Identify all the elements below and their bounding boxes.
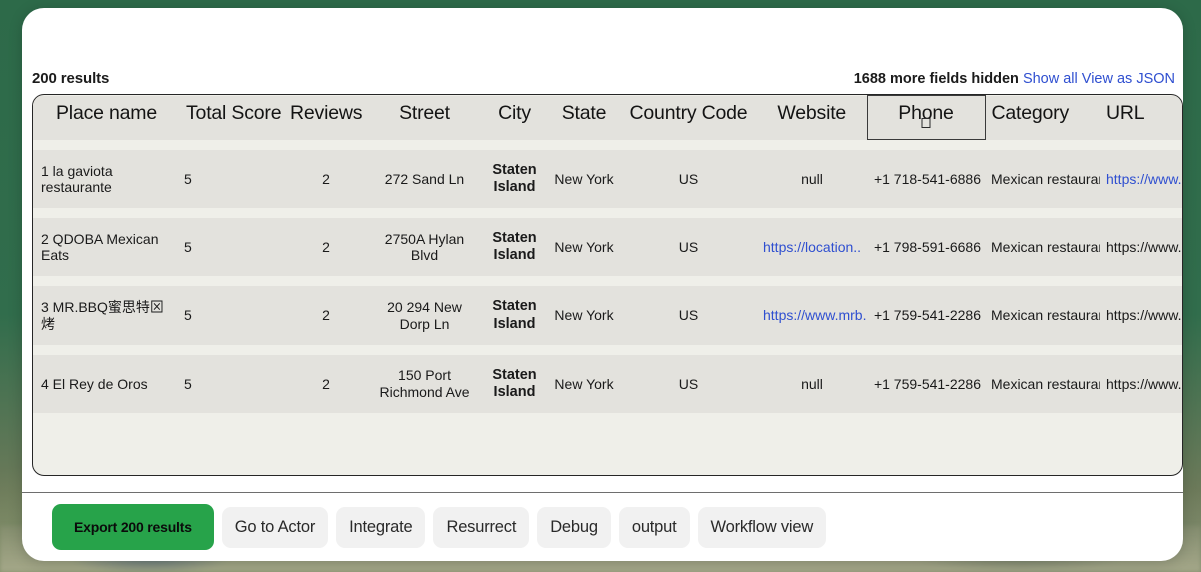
output-button[interactable]: output	[618, 506, 690, 548]
cell-city: Staten Island	[492, 162, 537, 196]
cell-city: Staten Island	[492, 230, 537, 264]
table-row[interactable]: 2 QDOBA Mexican Eats 5 2 2750A Hylan Blvd St…	[33, 218, 1182, 277]
cell-country-code: US	[678, 375, 699, 392]
table-row[interactable]: 3 MR.BBQ蜜思特⊠烤 5 2 20 294 New Dorp Ln Staten …	[33, 286, 1182, 345]
cell-state: New York	[554, 307, 614, 324]
cell-reviews: 2	[322, 307, 330, 324]
cell-url: https://www.g...	[1106, 239, 1182, 256]
column-header-category[interactable]: Category	[985, 96, 1100, 140]
cell-place-name: 4 El Rey de Oros	[41, 375, 148, 392]
cell-url-link[interactable]: https://www.g......	[1106, 171, 1182, 187]
show-all-link[interactable]: Show all	[1023, 71, 1078, 87]
table-row-spacer-cell	[33, 345, 1182, 355]
table-row-spacer	[33, 344, 1182, 355]
hidden-fields-label: 1688 more fields hidden	[853, 71, 1019, 87]
cell-street: 20 294 New Dorp Ln	[387, 299, 462, 332]
view-as-json-link[interactable]: View as JSON	[1082, 71, 1175, 87]
cell-country-code: US	[678, 307, 699, 324]
column-header-reviews[interactable]: Reviews	[284, 96, 368, 140]
cell-phone: +1 798-591-6686	[873, 239, 981, 256]
cell-phone: +1 759-541-2286	[873, 307, 981, 324]
cell-category: Mexican restaurant	[991, 375, 1100, 392]
cell-reviews: 2	[322, 375, 330, 392]
table-row-spacer	[33, 208, 1182, 219]
results-toolbar: 200 results 1688 more fields hidden Show…	[32, 68, 1183, 94]
column-header-state[interactable]: State	[548, 96, 620, 140]
column-header-url[interactable]: URL	[1100, 96, 1182, 140]
column-header-total-score[interactable]: Total Score	[180, 96, 284, 140]
cell-website[interactable]: https://location..	[757, 218, 867, 276]
table-row[interactable]: 4 El Rey de Oros 5 2 150 Port Richmond Ave S…	[33, 354, 1182, 413]
cell-website-link[interactable]: https://www.mrb..	[763, 307, 867, 323]
table-row-spacer	[33, 139, 1182, 151]
cell-website: null	[801, 170, 823, 187]
cell-reviews: 2	[322, 170, 330, 187]
cell-street: 272 Sand Ln	[384, 170, 465, 187]
cell-phone: +1 759-541-2286	[873, 375, 981, 392]
cell-total-score: 5	[184, 239, 192, 256]
column-header-phone[interactable]: Phone	[866, 95, 986, 140]
table-row-spacer-cell	[33, 208, 1182, 218]
cell-total-score: 5	[184, 170, 192, 187]
results-table: Place name Total Score Reviews Street Ci…	[33, 95, 1182, 423]
cell-website-link[interactable]: https://location..	[763, 239, 861, 255]
results-card: 200 results 1688 more fields hidden Show…	[22, 8, 1183, 561]
footer-action-bar: Export 200 results Go to Actor Integrate…	[52, 504, 827, 550]
export-results-button[interactable]: Export 200 results	[52, 504, 214, 550]
column-header-city[interactable]: City	[481, 96, 548, 140]
table-header-row: Place name Total Score Reviews Street Ci…	[33, 95, 1182, 140]
footer-divider	[22, 492, 1183, 493]
cell-place-name: 2 QDOBA Mexican Eats	[41, 230, 159, 264]
resurrect-button[interactable]: Resurrect	[433, 506, 530, 548]
results-count-label: 200 results	[32, 70, 110, 87]
cell-city: Staten Island	[492, 298, 537, 332]
column-header-street[interactable]: Street	[368, 96, 481, 140]
cell-website: null	[801, 375, 823, 392]
hidden-fields-actions: 1688 more fields hidden Show all View as…	[854, 71, 1175, 87]
cell-category: Mexican restaurant	[991, 307, 1100, 324]
cell-url: https://www.g...	[1106, 375, 1182, 392]
cell-category: Mexican restaurant	[991, 170, 1100, 187]
results-table-container[interactable]: Place name Total Score Reviews Street Ci…	[32, 94, 1183, 476]
cell-street: 2750A Hylan Blvd	[384, 230, 465, 264]
cell-reviews: 2	[322, 239, 330, 256]
cell-total-score: 5	[184, 307, 192, 324]
cell-place-name: 3 MR.BBQ蜜思特⊠烤	[41, 299, 164, 332]
table-row-spacer-cell	[33, 413, 1182, 423]
cell-state: New York	[554, 239, 614, 256]
table-row-spacer	[33, 412, 1182, 423]
column-header-website[interactable]: Website	[757, 96, 867, 140]
cell-category: Mexican restaurant	[991, 239, 1100, 256]
cell-phone: +1 718-541-6886	[873, 170, 981, 187]
cell-url[interactable]: https://www.g......	[1100, 150, 1182, 208]
go-to-actor-button[interactable]: Go to Actor	[221, 506, 329, 548]
cell-url: https://www.g...	[1106, 307, 1182, 324]
cell-country-code: US	[678, 170, 699, 187]
table-row[interactable]: 1 la gaviota restaurante 5 2 272 Sand Ln Sta…	[33, 150, 1182, 209]
cell-cursor-handle[interactable]	[921, 118, 931, 128]
debug-button[interactable]: Debug	[537, 506, 611, 548]
column-header-country-code[interactable]: Country Code	[620, 96, 757, 140]
cell-total-score: 5	[184, 375, 192, 392]
column-header-place-name[interactable]: Place name	[33, 96, 180, 140]
integrate-button[interactable]: Integrate	[336, 506, 426, 548]
cell-state: New York	[554, 170, 614, 187]
cell-street: 150 Port Richmond Ave	[379, 367, 470, 400]
cell-place-name: 1 la gaviota restaurante	[41, 162, 113, 196]
cell-city: Staten Island	[492, 366, 537, 400]
cell-website[interactable]: https://www.mrb..	[757, 286, 867, 344]
table-row-spacer-cell	[33, 140, 1182, 151]
cell-state: New York	[554, 375, 614, 392]
table-row-spacer-cell	[33, 276, 1182, 286]
table-row-spacer	[33, 276, 1182, 287]
workflow-view-button[interactable]: Workflow view	[697, 506, 827, 548]
cell-country-code: US	[678, 239, 699, 256]
table-body: 1 la gaviota restaurante 5 2 272 Sand Ln Sta…	[33, 139, 1182, 423]
